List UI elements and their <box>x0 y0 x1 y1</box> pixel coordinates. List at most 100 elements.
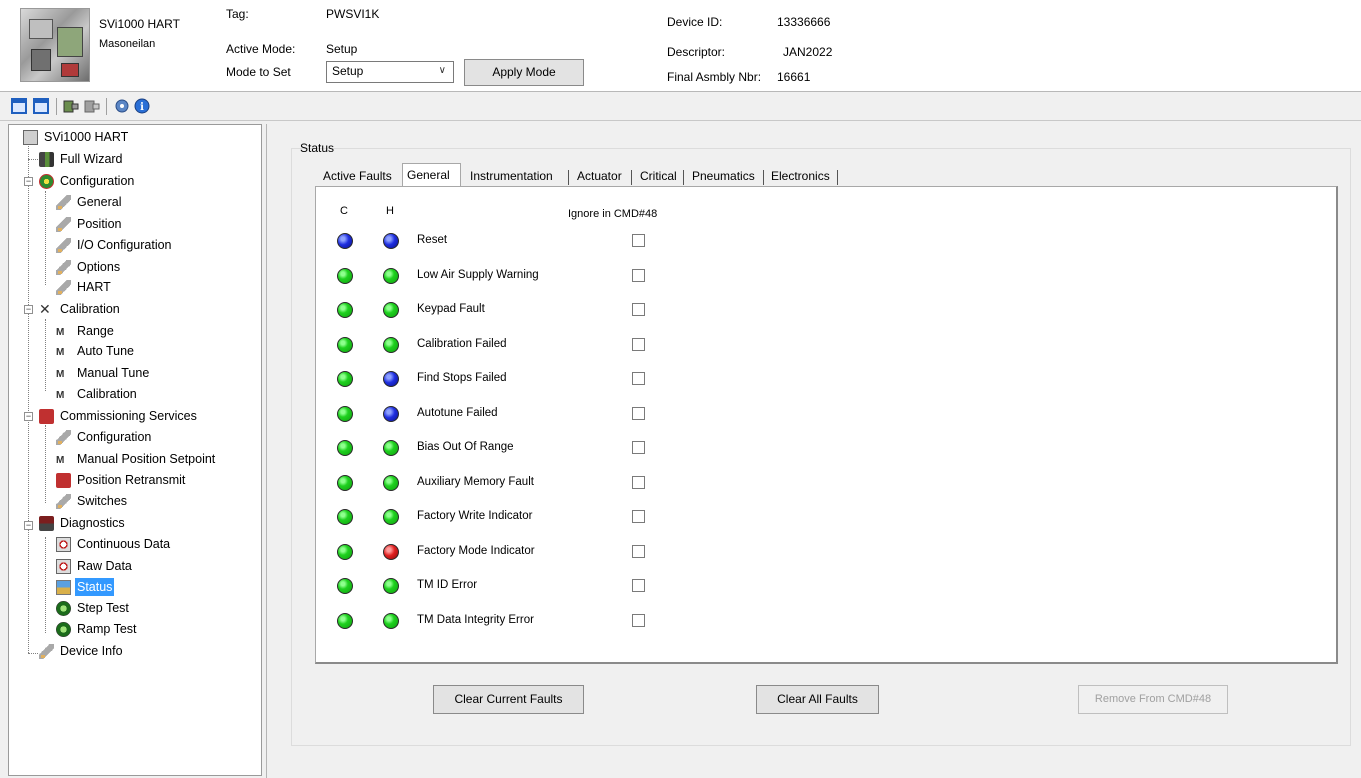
descriptor-value: JAN2022 <box>783 45 833 59</box>
ignore-cmd48-checkbox[interactable] <box>632 510 645 523</box>
toolbar: i <box>0 93 1361 121</box>
status-led-history <box>383 371 399 387</box>
fault-label: Auxiliary Memory Fault <box>417 476 534 488</box>
chevron-down-icon: ∨ <box>438 65 446 76</box>
status-led-current <box>337 233 353 249</box>
column-header-c: C <box>340 205 348 217</box>
pencil-icon <box>39 644 54 659</box>
wizard-icon <box>39 152 54 167</box>
tune-icon: M <box>56 390 65 401</box>
status-led-history <box>383 509 399 525</box>
fault-label: Keypad Fault <box>417 303 485 315</box>
fault-label: Calibration Failed <box>417 338 507 350</box>
ignore-cmd48-checkbox[interactable] <box>632 338 645 351</box>
svg-text:i: i <box>140 102 144 113</box>
clear-current-faults-button[interactable]: Clear Current Faults <box>433 685 584 714</box>
mode-to-set-label: Mode to Set <box>226 65 291 79</box>
ignore-cmd48-checkbox[interactable] <box>632 614 645 627</box>
status-led-history <box>383 475 399 491</box>
ignore-cmd48-checkbox[interactable] <box>632 234 645 247</box>
ignore-cmd48-checkbox[interactable] <box>632 441 645 454</box>
info-icon[interactable]: i <box>134 98 150 114</box>
test-icon <box>56 601 71 616</box>
expand-toggle[interactable]: − <box>24 305 33 314</box>
tab-general[interactable]: General <box>402 163 461 187</box>
scope-icon <box>56 559 71 574</box>
tab-instrumentation[interactable]: Instrumentation <box>466 165 557 187</box>
fault-label: Factory Write Indicator <box>417 510 533 522</box>
device-connect-icon[interactable] <box>63 98 79 114</box>
descriptor-label: Descriptor: <box>667 45 726 59</box>
ignore-cmd48-checkbox[interactable] <box>632 303 645 316</box>
status-led-history <box>383 613 399 629</box>
status-led-current <box>337 268 353 284</box>
manufacturer: Masoneilan <box>99 38 156 50</box>
status-led-history <box>383 337 399 353</box>
pencil-icon <box>56 238 71 253</box>
active-mode-value: Setup <box>326 42 358 56</box>
fault-label: Find Stops Failed <box>417 372 507 384</box>
tag-value: PWSVI1K <box>326 7 380 21</box>
active-mode-label: Active Mode: <box>226 42 296 56</box>
status-led-current <box>337 544 353 560</box>
status-led-current <box>337 440 353 456</box>
window-icon[interactable] <box>33 98 49 114</box>
commissioning-icon <box>39 409 54 424</box>
ignore-cmd48-checkbox[interactable] <box>632 579 645 592</box>
tab-pneumatics[interactable]: Pneumatics <box>688 165 759 187</box>
expand-toggle[interactable]: − <box>24 412 33 421</box>
ignore-cmd48-checkbox[interactable] <box>632 269 645 282</box>
ignore-cmd48-checkbox[interactable] <box>632 407 645 420</box>
tools-icon: ✕ <box>39 301 51 317</box>
tab-actuator[interactable]: Actuator <box>573 165 626 187</box>
status-icon <box>56 580 71 595</box>
settings-icon[interactable] <box>114 98 130 114</box>
configuration-icon <box>39 174 54 189</box>
device-id-label: Device ID: <box>667 15 723 29</box>
status-led-current <box>337 613 353 629</box>
fault-label: Factory Mode Indicator <box>417 545 535 557</box>
pencil-icon <box>56 260 71 275</box>
fault-label: TM ID Error <box>417 579 478 591</box>
tab-critical[interactable]: Critical <box>636 165 681 187</box>
tab-electronics[interactable]: Electronics <box>767 165 834 187</box>
ignore-cmd48-checkbox[interactable] <box>632 476 645 489</box>
status-led-current <box>337 406 353 422</box>
status-led-current <box>337 371 353 387</box>
tune-icon: M <box>56 455 65 466</box>
pencil-icon <box>56 217 71 232</box>
tune-icon: M <box>56 369 65 380</box>
device-name: SVi1000 HART <box>99 17 180 31</box>
pencil-icon <box>56 494 71 509</box>
pencil-icon <box>56 195 71 210</box>
general-tab-panel <box>315 186 1338 664</box>
fault-label: Reset <box>417 234 448 246</box>
panel-splitter[interactable] <box>262 124 267 778</box>
status-group-label: Status <box>300 141 335 155</box>
tag-label: Tag: <box>226 7 249 21</box>
apply-mode-button[interactable]: Apply Mode <box>464 59 584 86</box>
tab-active-faults[interactable]: Active Faults <box>319 165 396 187</box>
mode-to-set-dropdown[interactable]: Setup ∨ <box>326 61 454 83</box>
status-led-history <box>383 578 399 594</box>
clear-all-faults-button[interactable]: Clear All Faults <box>756 685 879 714</box>
device-disconnect-icon[interactable] <box>84 98 100 114</box>
status-led-current <box>337 509 353 525</box>
final-asmbly-label: Final Asmbly Nbr: <box>667 70 762 84</box>
diagnostics-icon <box>39 516 54 531</box>
expand-toggle[interactable]: − <box>24 177 33 186</box>
device-icon <box>23 130 38 145</box>
status-led-current <box>337 578 353 594</box>
status-led-current <box>337 337 353 353</box>
expand-toggle[interactable]: − <box>24 521 33 530</box>
ignore-cmd48-checkbox[interactable] <box>632 372 645 385</box>
ignore-cmd48-checkbox[interactable] <box>632 545 645 558</box>
status-led-current <box>337 475 353 491</box>
remove-from-cmd48-button[interactable]: Remove From CMD#48 <box>1078 685 1228 714</box>
status-led-history <box>383 544 399 560</box>
window-icon[interactable] <box>11 98 27 114</box>
retransmit-icon <box>56 473 71 488</box>
mode-to-set-value: Setup <box>332 64 364 78</box>
fault-label: Bias Out Of Range <box>417 441 514 453</box>
fault-label: TM Data Integrity Error <box>417 614 534 626</box>
